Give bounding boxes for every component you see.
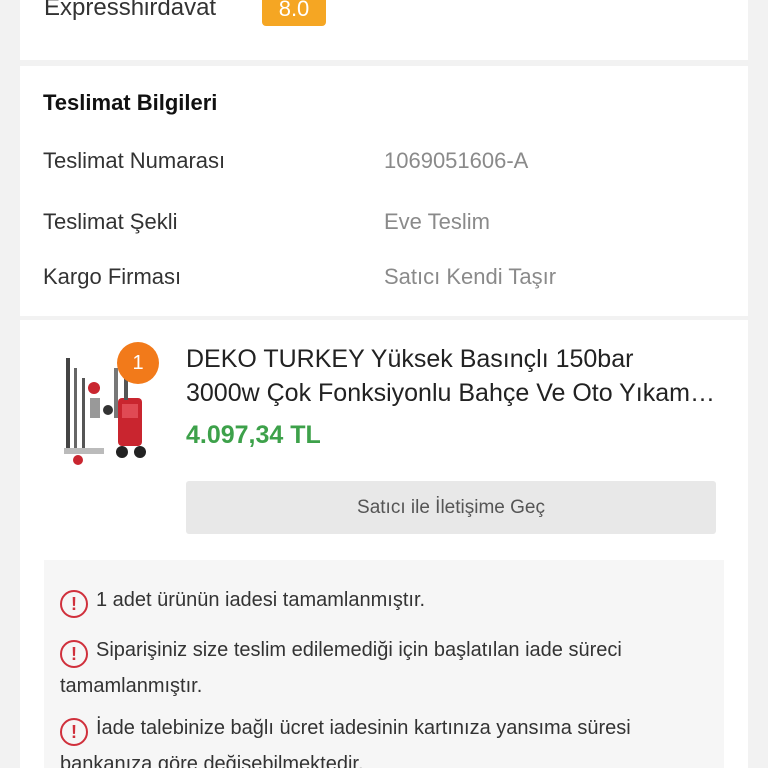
notice-text: İade talebinize bağlı ücret iadesinin ka… <box>60 717 631 768</box>
notice-item: ! İade talebinize bağlı ücret iadesinin k… <box>60 710 700 768</box>
notice-item: ! Siparişiniz size teslim edilemediği içi… <box>60 632 700 704</box>
cargo-company-label: Kargo Firması <box>43 264 182 289</box>
delivery-info-title: Teslimat Bilgileri <box>43 90 218 115</box>
contact-seller-button[interactable]: Satıcı ile İletişime Geç <box>186 481 716 534</box>
delivery-method-value: Eve Teslim <box>384 209 490 234</box>
delivery-number-label: Teslimat Numarası <box>43 148 226 173</box>
product-card: 1 DEKO TURKEY Yüksek Basınçlı 150bar 300… <box>20 320 748 768</box>
delivery-method-row: Teslimat Şekli Eve Teslim <box>43 209 733 239</box>
product-title-line-1: DEKO TURKEY Yüksek Basınçlı 150bar <box>186 345 634 373</box>
notice-text: Siparişiniz size teslim edilemediği için… <box>60 639 622 697</box>
exclamation-circle-icon: ! <box>60 640 88 668</box>
seller-card: Expresshirdavat 8.0 <box>20 0 748 60</box>
exclamation-circle-icon: ! <box>60 590 88 618</box>
delivery-number-value: 1069051606-A <box>384 148 529 173</box>
delivery-info-card: Teslimat Bilgileri Teslimat Numarası 106… <box>20 66 748 316</box>
product-title-line-2: 3000w Çok Fonksiyonlu Bahçe Ve Oto Yıkam… <box>186 379 726 407</box>
cargo-company-row: Kargo Firması Satıcı Kendi Taşır <box>43 264 733 294</box>
notice-item: ! 1 adet ürünün iadesi tamamlanmıştır. <box>60 582 700 618</box>
seller-name[interactable]: Expresshirdavat <box>44 0 216 22</box>
quantity-badge: 1 <box>117 342 159 384</box>
exclamation-circle-icon: ! <box>60 718 88 746</box>
seller-score-badge: 8.0 <box>262 0 326 26</box>
delivery-method-label: Teslimat Şekli <box>43 209 178 234</box>
product-price: 4.097,34 TL <box>186 421 321 449</box>
delivery-number-row: Teslimat Numarası 1069051606-A <box>43 148 733 178</box>
product-title[interactable]: DEKO TURKEY Yüksek Basınçlı 150bar 3000w… <box>186 342 726 410</box>
notice-text: 1 adet ürünün iadesi tamamlanmıştır. <box>96 589 426 611</box>
cargo-company-value: Satıcı Kendi Taşır <box>384 264 557 289</box>
refund-notice-box: ! 1 adet ürünün iadesi tamamlanmıştır. ! S… <box>44 560 724 768</box>
